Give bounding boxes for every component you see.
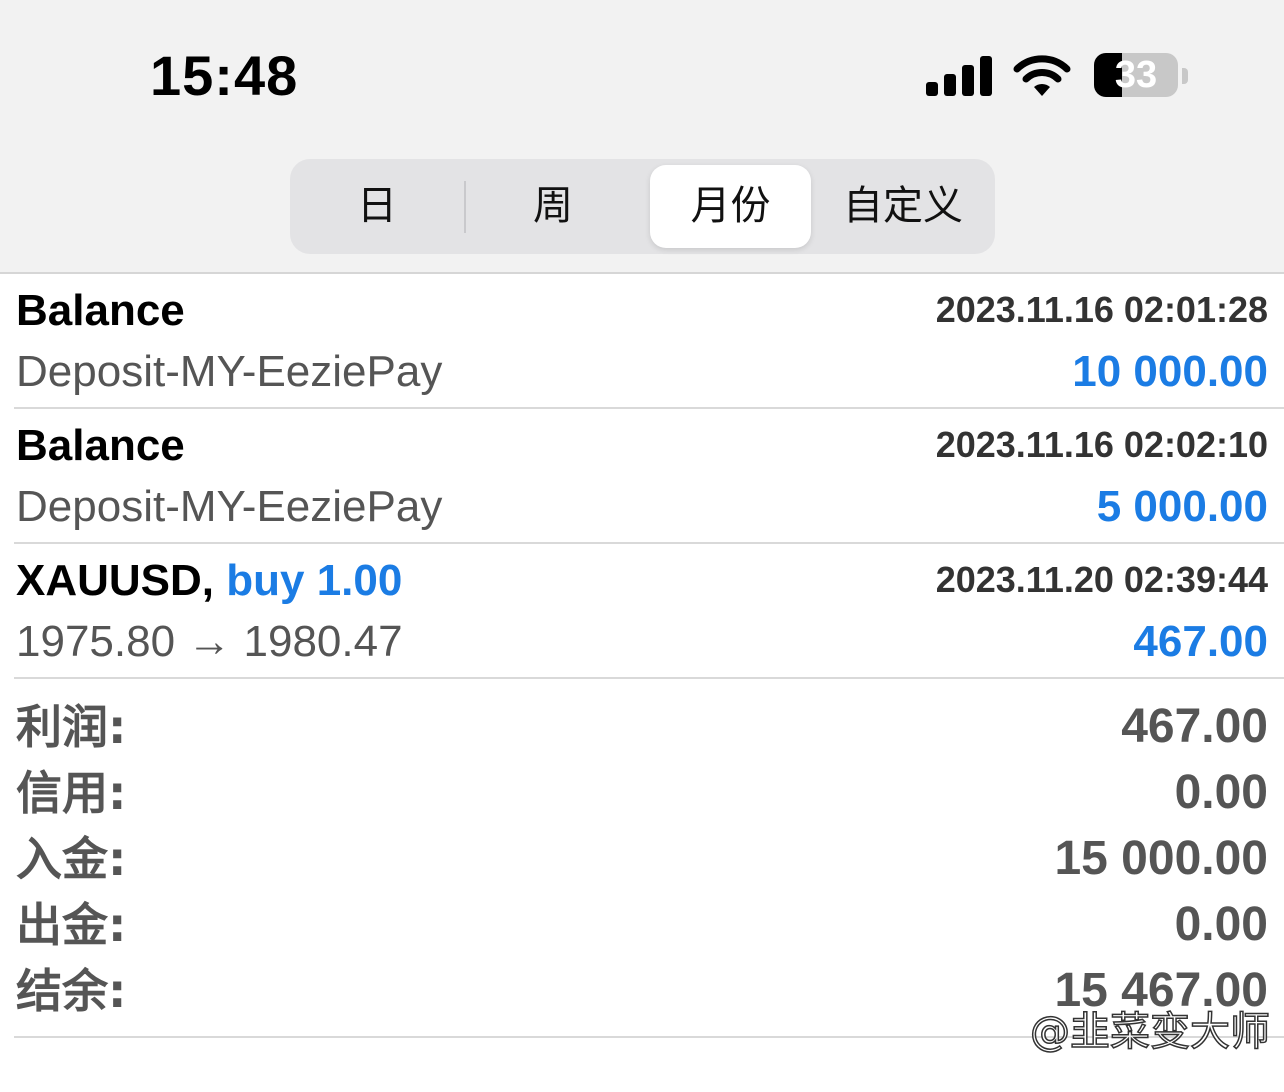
tab-day[interactable]: 日 [296,165,458,248]
transaction-comment: Deposit-MY-EeziePay [16,482,443,531]
transaction-time: 2023.11.16 02:02:10 [935,424,1268,465]
tab-week[interactable]: 周 [470,165,636,248]
summary-value: 15 000.00 [1054,832,1268,885]
period-segmented-control: 日 周 月份 自定义 [290,159,995,254]
transaction-amount: 5 000.00 [1096,482,1268,531]
summary-label: 信用: [16,766,127,820]
battery-icon: 33 [1094,53,1178,97]
summary-section: 利润: 467.00 信用: 0.00 入金: 15 000.00 出金: 0.… [14,694,1284,1038]
transaction-amount: 467.00 [1133,617,1268,666]
summary-label: 结余: [16,964,127,1018]
summary-value: 0.00 [1174,898,1268,951]
summary-label: 入金: [16,832,127,886]
transaction-title: Balance [16,421,185,470]
summary-label: 出金: [16,898,127,952]
summary-label: 利润: [16,700,127,754]
battery-cap [1182,68,1188,84]
transaction-time: 2023.11.20 02:39:44 [935,559,1268,600]
tab-custom[interactable]: 自定义 [817,165,989,248]
wifi-icon [1013,55,1071,96]
status-bar-time: 15:48 [150,44,299,107]
summary-row-profit: 利润: 467.00 [14,694,1284,760]
trade-symbol: XAUUSD, [16,556,215,605]
summary-value: 467.00 [1121,700,1268,753]
transaction-comment: Deposit-MY-EeziePay [16,347,443,396]
summary-row-withdrawal: 出金: 0.00 [14,892,1284,958]
trade-type: buy 1.00 [226,556,403,605]
cellular-signal-icon [926,56,992,96]
transaction-list: Balance 2023.11.16 02:01:28 Deposit-MY-E… [0,274,1284,679]
summary-row-deposit: 入金: 15 000.00 [14,826,1284,892]
summary-value: 0.00 [1174,766,1268,819]
tab-month[interactable]: 月份 [650,165,811,248]
summary-row-credit: 信用: 0.00 [14,760,1284,826]
top-header: 15:48 33 日 周 月份 自定义 [0,0,1284,274]
transaction-title: Balance [16,286,185,335]
segment-divider [464,181,466,233]
battery-level: 33 [1114,54,1158,96]
watermark: @韭菜变大师 [1029,1008,1271,1056]
transaction-amount: 10 000.00 [1072,347,1268,396]
trade-title: XAUUSD, buy 1.00 [16,556,402,606]
transaction-row[interactable]: XAUUSD, buy 1.00 2023.11.20 02:39:44 197… [14,544,1284,679]
transaction-row[interactable]: Balance 2023.11.16 02:01:28 Deposit-MY-E… [14,274,1284,409]
trade-price-range: 1975.80 → 1980.47 [16,617,403,666]
transaction-row[interactable]: Balance 2023.11.16 02:02:10 Deposit-MY-E… [14,409,1284,544]
transaction-time: 2023.11.16 02:01:28 [935,289,1268,330]
